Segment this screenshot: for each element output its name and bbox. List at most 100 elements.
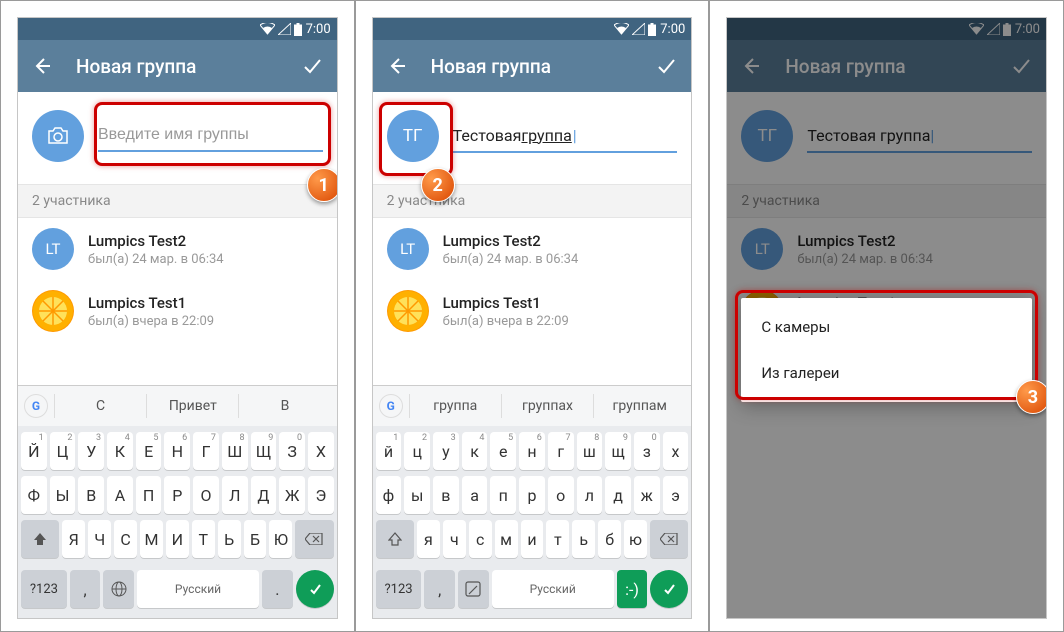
key-В[interactable]: В <box>78 476 104 514</box>
key-К[interactable]: К4 <box>107 432 133 470</box>
key-л[interactable]: л <box>577 476 603 514</box>
key-Э[interactable]: Э <box>308 476 334 514</box>
enter-key[interactable] <box>650 570 688 608</box>
key-ж[interactable]: ж <box>634 476 660 514</box>
keyboard[interactable]: G С Привет В Й1Ц2У3К4Е5Н6Г7Ш8Щ9З0Х ФЫВАП… <box>18 385 337 618</box>
key-Г[interactable]: Г7 <box>193 432 219 470</box>
group-name-input[interactable] <box>98 120 323 152</box>
key-ю[interactable]: ю <box>624 520 647 558</box>
key-Я[interactable]: Я <box>62 520 85 558</box>
key-С[interactable]: С <box>114 520 137 558</box>
contact-row[interactable]: Lumpics Test1 был(а) вчера в 22:09 <box>373 280 692 342</box>
key-т[interactable]: т <box>546 520 569 558</box>
key-Х[interactable]: Х <box>308 432 334 470</box>
key-щ[interactable]: щ9 <box>605 432 631 470</box>
key-Ш[interactable]: Ш8 <box>222 432 248 470</box>
key-Т[interactable]: Т <box>192 520 215 558</box>
key-Р[interactable]: Р <box>164 476 190 514</box>
suggestion[interactable]: группа <box>409 394 501 418</box>
google-icon[interactable]: G <box>24 394 48 418</box>
space-key[interactable]: Русский <box>137 570 259 608</box>
key-ы[interactable]: ы <box>404 476 430 514</box>
key-Д[interactable]: Д <box>251 476 277 514</box>
backspace-key[interactable] <box>650 520 688 558</box>
key-ф[interactable]: ф <box>376 476 402 514</box>
key-э[interactable]: э <box>663 476 689 514</box>
backspace-key[interactable] <box>295 520 333 558</box>
symbols-key[interactable]: ?123 <box>376 570 422 608</box>
suggestion[interactable]: группам <box>593 394 685 418</box>
key-о[interactable]: о <box>548 476 574 514</box>
back-button[interactable] <box>387 56 409 76</box>
key-О[interactable]: О <box>193 476 219 514</box>
option-gallery[interactable]: Из галереи <box>741 350 1032 396</box>
key-р[interactable]: р <box>519 476 545 514</box>
space-key[interactable]: Русский <box>492 570 614 608</box>
contact-row[interactable]: LT Lumpics Test2 был(а) 24 мар. в 06:34 <box>727 218 1046 280</box>
google-icon[interactable]: G <box>379 394 403 418</box>
key-Ы[interactable]: Ы <box>50 476 76 514</box>
shift-key[interactable] <box>376 520 414 558</box>
key-П[interactable]: П <box>136 476 162 514</box>
key-н[interactable]: н6 <box>519 432 545 470</box>
group-photo-button[interactable] <box>32 110 84 162</box>
key-п[interactable]: п <box>490 476 516 514</box>
smiley-key[interactable]: :-) <box>617 570 648 608</box>
key-м[interactable]: м <box>495 520 518 558</box>
comma-key[interactable]: , <box>70 570 101 608</box>
group-name-input[interactable]: Тестовая группа| <box>453 120 678 153</box>
key-Б[interactable]: Б <box>244 520 267 558</box>
key-з[interactable]: з0 <box>634 432 660 470</box>
contact-row[interactable]: Lumpics Test1 был(а) вчера в 22:09 <box>18 280 337 342</box>
key-Щ[interactable]: Щ9 <box>251 432 277 470</box>
key-Ь[interactable]: Ь <box>218 520 241 558</box>
emoji-key[interactable] <box>458 570 489 608</box>
key-А[interactable]: А <box>107 476 133 514</box>
key-У[interactable]: У3 <box>78 432 104 470</box>
group-photo-button[interactable]: ТГ <box>741 110 793 162</box>
key-ч[interactable]: ч <box>443 520 466 558</box>
suggestion[interactable]: В <box>238 394 330 418</box>
enter-key[interactable] <box>296 570 334 608</box>
key-а[interactable]: а <box>462 476 488 514</box>
symbols-key[interactable]: ?123 <box>21 570 67 608</box>
shift-key[interactable] <box>21 520 59 558</box>
key-с[interactable]: с <box>469 520 492 558</box>
key-в[interactable]: в <box>433 476 459 514</box>
back-button[interactable] <box>741 56 763 76</box>
key-Ю[interactable]: Ю <box>269 520 292 558</box>
confirm-button[interactable] <box>301 55 323 77</box>
contact-row[interactable]: LT Lumpics Test2 был(а) 24 мар. в 06:34 <box>373 218 692 280</box>
key-Ч[interactable]: Ч <box>88 520 111 558</box>
suggestion[interactable]: Привет <box>146 394 238 418</box>
contact-row[interactable]: LT Lumpics Test2 был(а) 24 мар. в 06:34 <box>18 218 337 280</box>
back-button[interactable] <box>32 56 54 76</box>
language-key[interactable] <box>103 570 134 608</box>
option-camera[interactable]: С камеры <box>741 304 1032 350</box>
key-е[interactable]: е5 <box>490 432 516 470</box>
key-х[interactable]: х <box>663 432 689 470</box>
key-И[interactable]: И <box>166 520 189 558</box>
key-й[interactable]: й1 <box>376 432 402 470</box>
comma-key[interactable]: , <box>424 570 455 608</box>
key-Н[interactable]: Н6 <box>164 432 190 470</box>
period-key[interactable]: . <box>262 570 293 608</box>
key-и[interactable]: и <box>521 520 544 558</box>
key-б[interactable]: б <box>598 520 621 558</box>
confirm-button[interactable] <box>1010 55 1032 77</box>
suggestion[interactable]: С <box>54 394 146 418</box>
key-Ц[interactable]: Ц2 <box>50 432 76 470</box>
group-photo-button[interactable]: ТГ <box>387 110 439 162</box>
keyboard[interactable]: G группа группах группам й1ц2у3к4е5н6г7ш… <box>373 385 692 618</box>
confirm-button[interactable] <box>655 55 677 77</box>
key-д[interactable]: д <box>605 476 631 514</box>
key-Е[interactable]: Е5 <box>136 432 162 470</box>
group-name-input[interactable]: Тестовая группа| <box>807 120 1032 153</box>
key-г[interactable]: г7 <box>548 432 574 470</box>
key-Ф[interactable]: Ф <box>21 476 47 514</box>
suggestion[interactable]: группах <box>501 394 593 418</box>
key-у[interactable]: у3 <box>433 432 459 470</box>
key-Й[interactable]: Й1 <box>21 432 47 470</box>
key-ц[interactable]: ц2 <box>404 432 430 470</box>
key-к[interactable]: к4 <box>462 432 488 470</box>
